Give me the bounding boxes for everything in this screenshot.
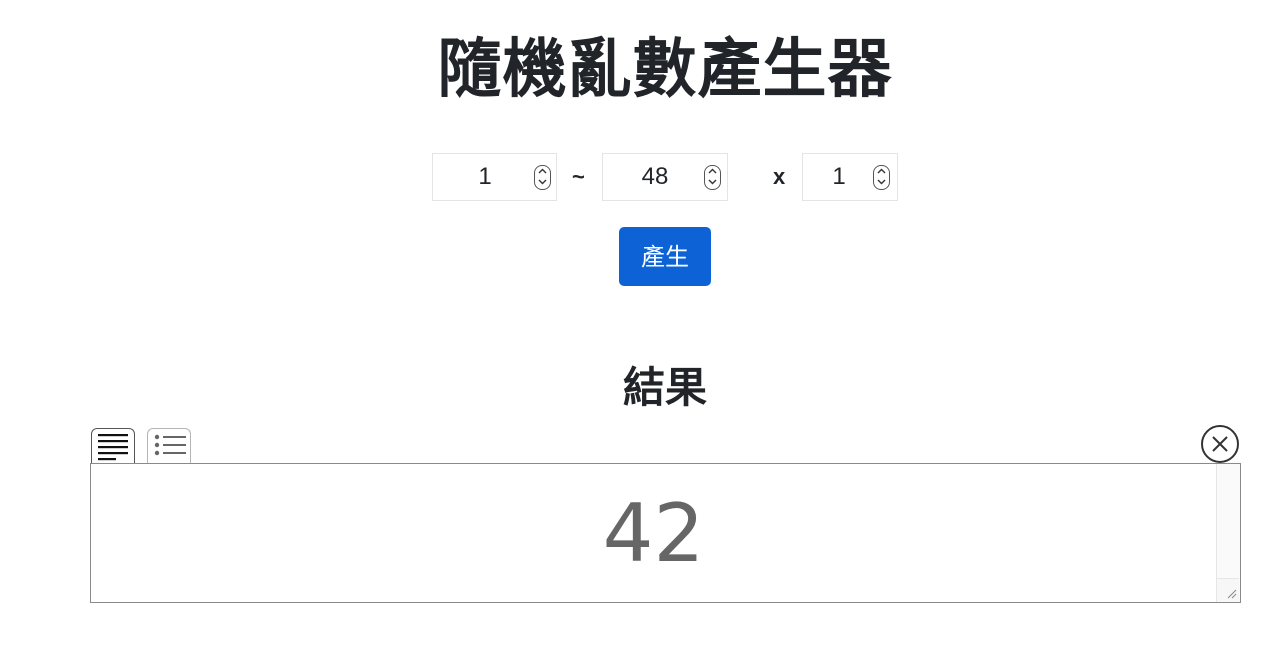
tab-text-view[interactable] <box>91 428 135 464</box>
range-separator: ~ <box>572 164 585 189</box>
count-number-value: 1 <box>832 163 846 190</box>
close-button[interactable] <box>1201 425 1239 463</box>
max-number-value: 48 <box>641 163 669 190</box>
resize-handle-icon[interactable] <box>1217 578 1239 601</box>
max-spinner-icon[interactable] <box>704 165 721 190</box>
bulleted-list-icon <box>154 434 186 456</box>
times-symbol: x <box>773 164 786 189</box>
tab-list-view[interactable] <box>147 428 191 464</box>
page-title: 隨機亂數產生器 <box>437 33 893 107</box>
result-value: 42 <box>602 487 705 580</box>
close-circle-icon <box>1212 436 1228 452</box>
count-number-input[interactable]: 1 <box>802 153 898 201</box>
page: 隨機亂數產生器 1 ~ 48 x 1 產生 結果 42 <box>0 0 1280 647</box>
max-number-input[interactable]: 48 <box>602 153 728 201</box>
min-number-input[interactable]: 1 <box>432 153 557 201</box>
text-lines-icon <box>98 434 128 461</box>
result-textarea[interactable]: 42 <box>90 463 1241 603</box>
min-spinner-icon[interactable] <box>534 165 551 190</box>
count-spinner-icon[interactable] <box>873 165 890 190</box>
min-number-value: 1 <box>478 163 492 190</box>
generate-button[interactable]: 產生 <box>619 227 711 286</box>
result-heading: 結果 <box>622 363 707 412</box>
